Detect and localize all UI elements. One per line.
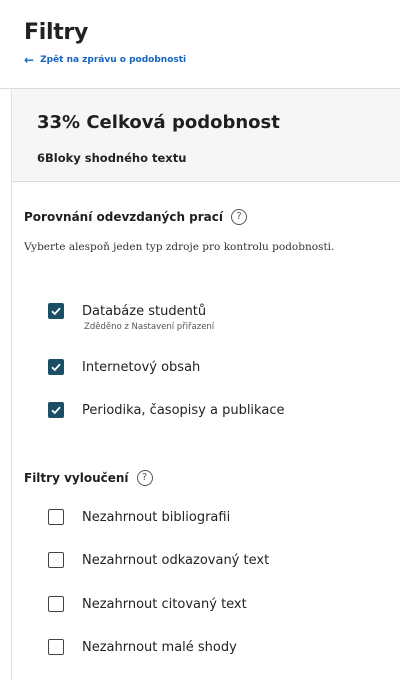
- help-icon[interactable]: ?: [136, 470, 153, 486]
- checkbox-unchecked-icon[interactable]: [48, 596, 64, 612]
- comparison-section-heading: Porovnání odevzdaných prací ?: [24, 209, 247, 225]
- option-label: Periodika, časopisy a publikace: [82, 402, 285, 418]
- checkbox-unchecked-icon[interactable]: [48, 639, 64, 655]
- option-periodicals[interactable]: Periodika, časopisy a publikace: [48, 402, 284, 418]
- option-exclude-cited-text[interactable]: Nezahrnout citovaný text: [48, 596, 247, 612]
- exclusion-section-heading: Filtry vyloučení ?: [24, 470, 153, 486]
- option-label: Nezahrnout bibliografii: [82, 509, 231, 525]
- checkbox-checked-icon[interactable]: [48, 303, 64, 319]
- option-label: Nezahrnout citovaný text: [82, 596, 247, 612]
- page-title: Filtry: [24, 20, 89, 45]
- arrow-left-icon: ←: [24, 53, 35, 67]
- option-student-database[interactable]: Databáze studentů: [48, 303, 206, 319]
- back-link-label: Zpět na zprávu o podobnosti: [40, 55, 187, 65]
- overall-similarity: 33% Celková podobnost: [37, 112, 280, 133]
- checkbox-checked-icon[interactable]: [48, 359, 64, 375]
- option-label: Nezahrnout odkazovaný text: [82, 552, 270, 568]
- checkbox-unchecked-icon[interactable]: [48, 509, 64, 525]
- option-inherited-note: Zděděno z Nastavení přiřazení: [84, 322, 215, 332]
- option-exclude-small-matches[interactable]: Nezahrnout malé shody: [48, 639, 237, 655]
- exclusion-heading-label: Filtry vyloučení: [24, 471, 129, 485]
- back-to-report-link[interactable]: ← Zpět na zprávu o podobnosti: [24, 54, 186, 66]
- option-exclude-bibliography[interactable]: Nezahrnout bibliografii: [48, 509, 230, 525]
- comparison-instructions: Vyberte alespoň jeden typ zdroje pro kon…: [24, 241, 335, 253]
- help-icon[interactable]: ?: [231, 209, 247, 225]
- panel-header: Filtry ← Zpět na zprávu o podobnosti: [0, 0, 400, 89]
- option-label: Databáze studentů: [82, 303, 207, 319]
- comparison-heading-label: Porovnání odevzdaných prací: [24, 210, 223, 224]
- checkbox-checked-icon[interactable]: [48, 402, 64, 418]
- option-exclude-quoted-text[interactable]: Nezahrnout odkazovaný text: [48, 552, 269, 568]
- matching-blocks-count: 6Bloky shodného textu: [37, 151, 187, 165]
- option-label: Internetový obsah: [82, 359, 201, 375]
- checkbox-unchecked-icon[interactable]: [48, 552, 64, 568]
- option-internet-content[interactable]: Internetový obsah: [48, 359, 200, 375]
- similarity-summary: 33% Celková podobnost 6Bloky shodného te…: [12, 89, 400, 182]
- option-label: Nezahrnout malé shody: [82, 639, 237, 655]
